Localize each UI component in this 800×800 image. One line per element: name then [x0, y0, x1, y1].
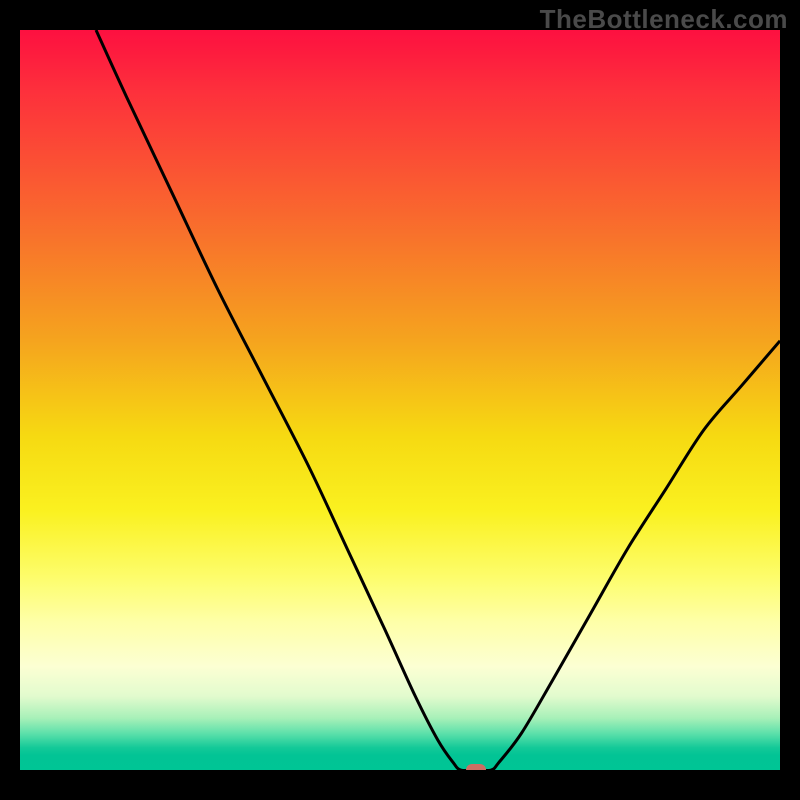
bottleneck-curve-path: [96, 30, 780, 770]
chart-frame: TheBottleneck.com: [0, 0, 800, 800]
minimum-marker: [466, 764, 486, 770]
curve-svg: [20, 30, 780, 770]
plot-area: [20, 30, 780, 770]
watermark-text: TheBottleneck.com: [540, 4, 788, 35]
